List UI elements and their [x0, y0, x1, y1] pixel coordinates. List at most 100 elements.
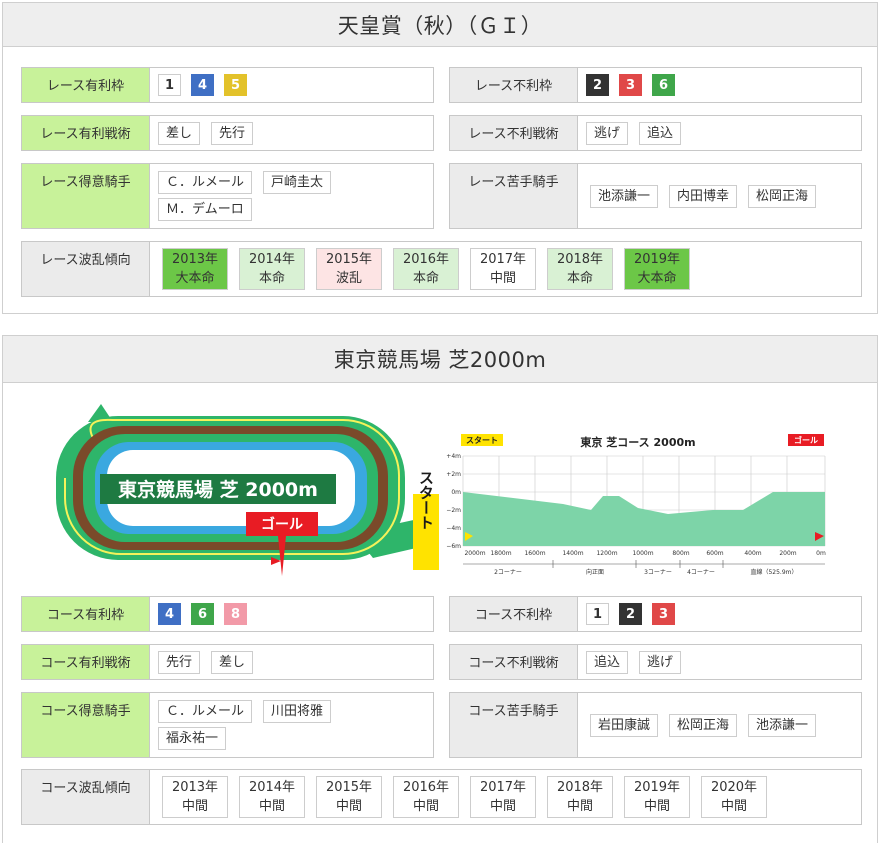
- section-label: 直線（525.9m）: [750, 568, 797, 576]
- year-label: 2014年: [248, 252, 296, 267]
- course-favorable-tactics-label: コース有利戦術: [22, 645, 150, 679]
- y-tick: −4m: [446, 525, 461, 532]
- tag-item: 松岡正海: [669, 713, 738, 737]
- result-label: 中間: [643, 799, 670, 814]
- course-favorable-gate-label: コース有利枠: [22, 597, 150, 631]
- section-label: 3コーナー: [644, 569, 672, 576]
- x-tick: 1200m: [596, 550, 617, 557]
- race-upset-trend-label: レース波乱傾向: [22, 242, 150, 296]
- year-result-card: 2020年中間: [701, 776, 767, 818]
- year-label: 2018年: [556, 252, 604, 267]
- result-label: 大本命: [175, 271, 215, 286]
- course-favorable-gate-list: 468: [150, 597, 433, 631]
- race-good-jockeys: レース得意騎手 Ｃ．ルメール 戸崎圭太 Ｍ．デムーロ: [21, 163, 434, 229]
- year-label: 2019年: [633, 252, 681, 267]
- tag-item: 池添謙一: [748, 713, 817, 737]
- course-good-jockeys: コース得意騎手 Ｃ．ルメール 川田将雅 福永祐一: [21, 692, 434, 758]
- year-result-card: 2015年 中間: [316, 776, 382, 818]
- gate-number-3: 3: [619, 74, 642, 96]
- year-label: 2019年: [633, 780, 681, 795]
- section-label: 向正面: [586, 568, 604, 576]
- x-tick: 1400m: [562, 550, 583, 557]
- course-unfavorable-gate-label: コース不利枠: [450, 597, 578, 631]
- tag-item: 先行: [211, 121, 254, 145]
- gate-number-2: 2: [619, 603, 642, 625]
- course-unfavorable-tactics-label: コース不利戦術: [450, 645, 578, 679]
- profile-start-badge-text: スタート: [466, 435, 498, 445]
- x-tick: 1600m: [524, 550, 545, 557]
- result-label: 大本命: [637, 271, 677, 286]
- x-tick: 0m: [816, 550, 826, 557]
- elevation-profile: スタート 東京 芝コース 2000m ゴール +4m +2m 0m −2m −4…: [446, 434, 826, 576]
- course-upset-trend-list: 2013年 中間 2014年 中間 2015年 中間 2016年 中間 2017年 中間 2018年…: [150, 770, 861, 824]
- race-unfavorable-tactics: レース不利戦術 逃げ 追込: [449, 115, 862, 151]
- year-label: 2020年: [710, 780, 758, 795]
- y-tick: −2m: [446, 507, 461, 514]
- year-result-card: 2013年 大本命: [162, 248, 228, 290]
- profile-x-ticks: 2000m 1800m 1600m 1400m 1200m 1000m 800m…: [464, 550, 826, 557]
- tag-item: Ｃ．ルメール: [158, 171, 253, 194]
- year-label: 2016年: [402, 780, 450, 795]
- result-label: 中間: [258, 799, 285, 814]
- year-result-card: 2017年中間: [470, 776, 536, 818]
- tag-item: 差し: [211, 650, 254, 674]
- course-unfavorable-gate-list: 123: [578, 597, 861, 631]
- course-unfavorable-gate: コース不利枠 123: [449, 596, 862, 632]
- year-label: 2015年: [325, 252, 373, 267]
- profile-section-labels: 2コーナー 向正面 3コーナー 4コーナー 直線（525.9m）: [494, 568, 797, 576]
- year-label: 2013年: [171, 780, 219, 795]
- gate-number-8: 8: [224, 603, 247, 625]
- course-panel: 東京競馬場 芝2000m 東京競馬場 芝 2000m ゴール スタート スタート: [2, 335, 878, 843]
- course-bad-jockeys-list: 岩田康誠 松岡正海 池添謙一: [578, 693, 861, 757]
- result-label: 中間: [181, 799, 208, 814]
- y-tick: −6m: [446, 543, 461, 550]
- gate-number-2: 2: [586, 74, 609, 96]
- year-result-card: 2015年 波乱: [316, 248, 382, 290]
- course-upset-trend-label: コース波乱傾向: [22, 770, 150, 824]
- race-good-jockeys-list: Ｃ．ルメール 戸崎圭太 Ｍ．デムーロ: [150, 164, 433, 228]
- tag-item: Ｃ．ルメール: [158, 700, 253, 723]
- race-bad-jockeys-list: 池添謙一 内田博幸 松岡正海: [578, 164, 861, 228]
- race-good-jockeys-label: レース得意騎手: [22, 164, 150, 228]
- result-label: 本命: [412, 271, 439, 286]
- course-good-jockeys-list: Ｃ．ルメール 川田将雅 福永祐一: [150, 693, 433, 757]
- x-tick: 2000m: [464, 550, 485, 557]
- course-map: 東京競馬場 芝 2000m ゴール スタート: [56, 404, 439, 576]
- section-label: 2コーナー: [494, 569, 522, 576]
- race-unfavorable-gate-list: 236: [578, 68, 861, 102]
- y-tick: +2m: [446, 471, 461, 478]
- course-upset-trend: コース波乱傾向 2013年 中間 2014年 中間 2015年 中間 2016年 中間 2017…: [21, 769, 862, 825]
- race-favorable-tactics-list: 差し 先行: [150, 116, 433, 150]
- race-bad-jockeys: レース苦手騎手 池添謙一 内田博幸 松岡正海: [449, 163, 862, 229]
- result-label: 本命: [566, 271, 593, 286]
- race-unfavorable-gate-label: レース不利枠: [450, 68, 578, 102]
- tag-item: 池添謙一: [590, 184, 659, 208]
- x-tick: 1800m: [490, 550, 511, 557]
- course-name-text: 東京競馬場 芝 2000m: [118, 478, 318, 501]
- tag-item: 追込: [586, 650, 629, 674]
- race-favorable-tactics-label: レース有利戦術: [22, 116, 150, 150]
- result-label: 中間: [489, 799, 516, 814]
- x-tick: 1000m: [632, 550, 653, 557]
- gate-number-5: 5: [224, 74, 247, 96]
- tag-item: 岩田康誠: [590, 713, 659, 737]
- course-favorable-gate: コース有利枠 468: [21, 596, 434, 632]
- course-unfavorable-tactics-list: 追込 逃げ: [578, 645, 861, 679]
- x-tick: 400m: [744, 550, 761, 557]
- race-upset-trend-list: 2013年 大本命 2014年本命 2015年 波乱 2016年本命 2017年 中間 2018…: [150, 242, 861, 296]
- race-unfavorable-gate: レース不利枠 236: [449, 67, 862, 103]
- year-label: 2017年: [479, 780, 527, 795]
- year-label: 2018年: [556, 780, 604, 795]
- gate-number-3: 3: [652, 603, 675, 625]
- year-result-card: 2017年 中間: [470, 248, 536, 290]
- tag-item: 松岡正海: [748, 184, 817, 208]
- tag-item: 内田博幸: [669, 184, 738, 208]
- year-result-card: 2016年 中間: [393, 776, 459, 818]
- result-label: 本命: [258, 271, 285, 286]
- year-label: 2016年: [402, 252, 450, 267]
- race-favorable-gate-label: レース有利枠: [22, 68, 150, 102]
- result-label: 中間: [489, 271, 516, 286]
- result-label: 中間: [720, 799, 747, 814]
- tag-item: 逃げ: [586, 121, 629, 145]
- gate-number-6: 6: [191, 603, 214, 625]
